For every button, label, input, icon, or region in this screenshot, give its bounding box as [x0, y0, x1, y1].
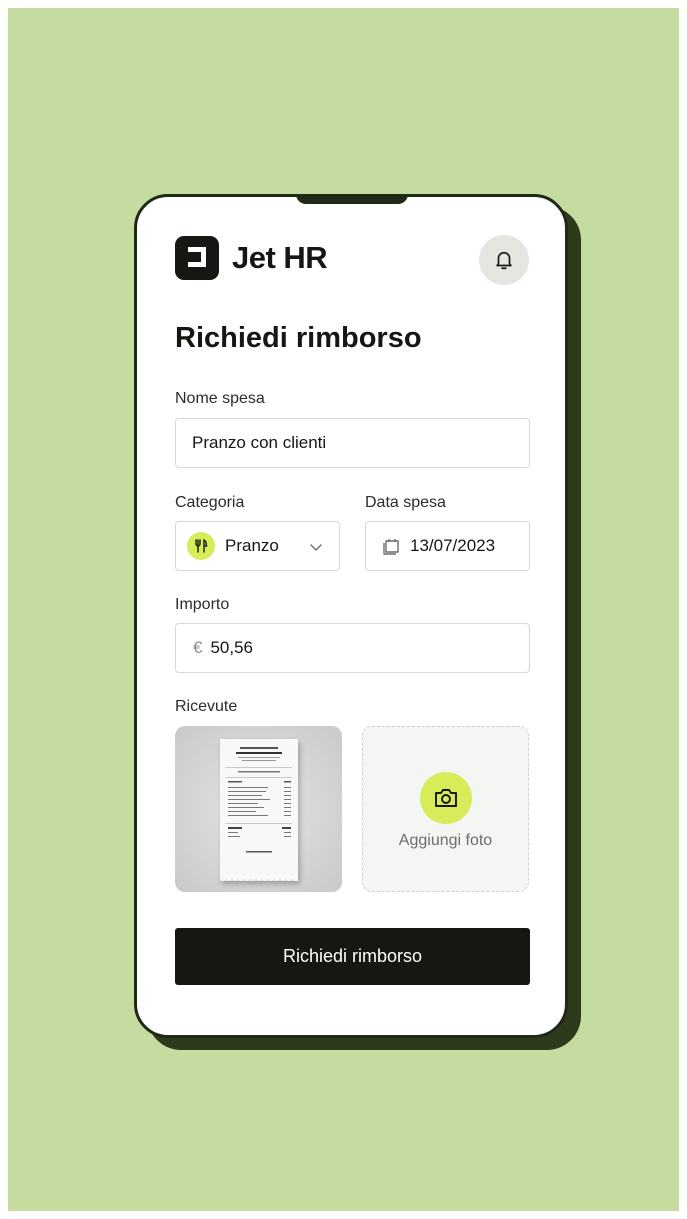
chevron-down-icon — [310, 544, 322, 551]
bell-icon — [496, 251, 512, 270]
category-select[interactable]: Pranzo — [175, 521, 340, 571]
notifications-button[interactable] — [479, 235, 529, 285]
receipt-image — [220, 739, 298, 881]
category-label: Categoria — [175, 494, 245, 511]
category-value: Pranzo — [225, 536, 279, 555]
receipts-label: Ricevute — [175, 698, 238, 715]
fork-knife-icon — [187, 532, 215, 560]
add-photo-label: Aggiungi foto — [398, 832, 493, 849]
camera-icon — [420, 772, 472, 824]
amount-label: Importo — [175, 596, 230, 613]
receipt-thumbnail[interactable] — [175, 726, 342, 892]
calendar-icon — [383, 539, 399, 555]
expense-name-field[interactable] — [175, 418, 530, 468]
amount-field[interactable]: € — [175, 623, 530, 673]
expense-date-field[interactable]: 13/07/2023 — [365, 521, 530, 571]
expense-name-input[interactable] — [192, 433, 529, 453]
amount-input[interactable] — [210, 638, 529, 658]
currency-symbol: € — [193, 638, 203, 657]
page-title: Richiedi rimborso — [175, 322, 422, 354]
expense-date-label: Data spesa — [365, 494, 446, 511]
app-logo: Jet HR — [175, 236, 328, 280]
expense-name-label: Nome spesa — [175, 390, 265, 407]
device-notch — [296, 194, 408, 204]
submit-reimbursement-button[interactable]: Richiedi rimborso — [175, 928, 530, 985]
expense-date-value: 13/07/2023 — [410, 536, 496, 555]
brand-name: Jet HR — [232, 240, 328, 275]
jet-logo-icon — [175, 236, 219, 280]
device-frame — [134, 194, 568, 1038]
add-photo-button[interactable]: Aggiungi foto — [362, 726, 529, 892]
